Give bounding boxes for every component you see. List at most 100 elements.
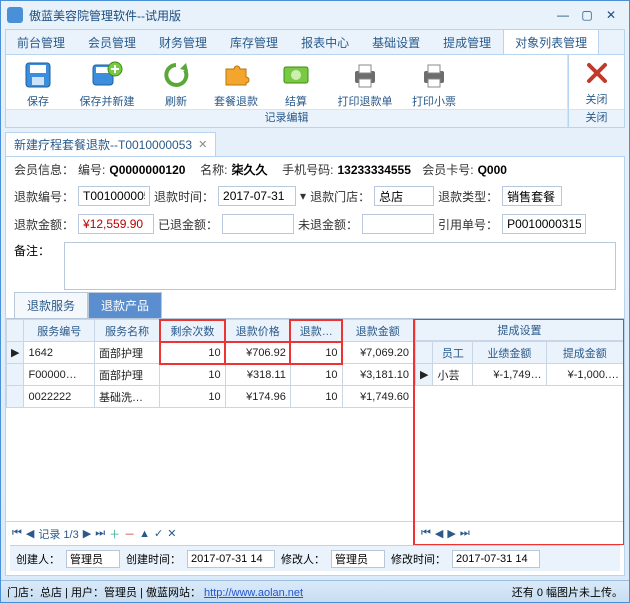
- unrefunded-amount-input[interactable]: [362, 214, 434, 234]
- status-site-label: 傲蓝网站：: [146, 587, 201, 599]
- menu-item[interactable]: 基础设置: [361, 30, 432, 54]
- close-button[interactable]: ✕: [599, 6, 623, 24]
- menu-item[interactable]: 对象列表管理: [503, 30, 599, 54]
- menu-item[interactable]: 会员管理: [77, 30, 148, 54]
- save-new-icon: [91, 59, 123, 91]
- remark-textarea[interactable]: [64, 242, 616, 290]
- ref-bill-input[interactable]: [502, 214, 586, 234]
- refunded-amount-input[interactable]: [222, 214, 294, 234]
- save-button[interactable]: 保存: [12, 59, 64, 109]
- minimize-button[interactable]: —: [551, 6, 575, 24]
- col-header[interactable]: 退款价格: [225, 320, 290, 342]
- modify-time-input[interactable]: [452, 550, 540, 568]
- modifier-input[interactable]: [331, 550, 385, 568]
- refresh-button[interactable]: 刷新: [150, 59, 202, 109]
- pager-remove[interactable]: －: [124, 526, 135, 542]
- creator-input[interactable]: [66, 550, 120, 568]
- audit-footer: 创建人： 创建时间： 修改人： 修改时间：: [10, 545, 620, 571]
- puzzle-icon: [220, 59, 252, 91]
- pager-next[interactable]: ▶: [83, 527, 91, 540]
- refresh-icon: [160, 59, 192, 91]
- pager: ⏮ ◀ 记录 1/3 ▶ ⏭ ＋ － ▲ ✓ ✕: [6, 521, 414, 545]
- col-header[interactable]: 员工: [433, 342, 473, 364]
- document-tab-close-icon[interactable]: ✕: [198, 138, 207, 151]
- commission-panel: 提成设置 员工业绩金额提成金额▶小芸¥-1,749…¥-1,000.… ⏮ ◀ …: [414, 319, 624, 545]
- menubar: 前台管理会员管理财务管理库存管理报表中心基础设置提成管理对象列表管理: [5, 29, 625, 55]
- cpager-prev[interactable]: ◀: [435, 527, 443, 540]
- save-and-new-button[interactable]: 保存并新建: [72, 59, 142, 109]
- refund-store-input[interactable]: [374, 186, 434, 206]
- print-receipt-button[interactable]: 打印小票: [408, 59, 460, 109]
- col-header[interactable]: 提成金额: [546, 342, 623, 364]
- cpager-next[interactable]: ▶: [447, 527, 455, 540]
- table-row[interactable]: 0022222基础洗…10¥174.9610¥1,749.60: [7, 386, 414, 408]
- pager-prev[interactable]: ◀: [26, 527, 34, 540]
- package-refund-button[interactable]: 套餐退款: [210, 59, 262, 109]
- pager-first[interactable]: ⏮: [12, 527, 22, 540]
- member-id: Q0000000120: [109, 163, 185, 177]
- tab-refund-services[interactable]: 退款服务: [14, 292, 88, 318]
- commission-title: 提成设置: [415, 319, 624, 341]
- document-tab[interactable]: 新建疗程套餐退款--T0010000053 ✕: [5, 132, 216, 156]
- tab-refund-products[interactable]: 退款产品: [88, 292, 162, 318]
- menu-item[interactable]: 提成管理: [432, 30, 503, 54]
- cash-icon: [280, 59, 312, 91]
- print-refund-button[interactable]: 打印退款单: [330, 59, 400, 109]
- pager-label: 记录 1/3: [38, 526, 78, 542]
- printer-icon: [418, 59, 450, 91]
- col-header[interactable]: 退款金额: [342, 320, 413, 342]
- app-icon: [7, 7, 23, 23]
- member-cardno: Q000: [478, 163, 507, 177]
- menu-item[interactable]: 报表中心: [290, 30, 361, 54]
- status-right: 还有 0 幅图片未上传。: [512, 584, 623, 600]
- cpager-first[interactable]: ⏮: [421, 527, 431, 540]
- pager-confirm[interactable]: ✓: [154, 527, 163, 540]
- table-row[interactable]: F00000…面部护理10¥318.1110¥3,181.10: [7, 364, 414, 386]
- pager-edit[interactable]: ▲: [139, 528, 150, 540]
- table-row[interactable]: ▶1642面部护理10¥706.9210¥7,069.20: [7, 342, 414, 364]
- pager-cancel[interactable]: ✕: [167, 527, 176, 540]
- pager-last[interactable]: ⏭: [95, 527, 105, 540]
- table-row[interactable]: ▶小芸¥-1,749…¥-1,000.…: [416, 364, 624, 386]
- member-info-row: 会员信息： 编号: Q0000000120 名称: 柒久久 手机号码: 1323…: [6, 157, 624, 182]
- settle-button[interactable]: 结算: [270, 59, 322, 109]
- ribbon-group-label: 记录编辑: [6, 109, 567, 127]
- save-icon: [22, 59, 54, 91]
- statusbar: 门店：总店 | 用户：管理员 | 傲蓝网站： http://www.aolan.…: [1, 580, 629, 602]
- refund-no-input[interactable]: [78, 186, 150, 206]
- cpager-last[interactable]: ⏭: [460, 527, 470, 540]
- status-store: 门店：总店: [7, 587, 62, 599]
- titlebar: 傲蓝美容院管理软件--试用版 — ▢ ✕: [1, 1, 629, 29]
- col-header[interactable]: 剩余次数: [160, 320, 225, 342]
- maximize-button[interactable]: ▢: [575, 6, 599, 24]
- member-phone: 13233334555: [337, 163, 410, 177]
- subtabs: 退款服务 退款产品: [6, 294, 624, 318]
- printer-icon: [349, 59, 381, 91]
- commission-pager: ⏮ ◀ ▶ ⏭: [415, 521, 624, 545]
- refund-type-input[interactable]: [502, 186, 562, 206]
- pager-add[interactable]: ＋: [109, 526, 120, 542]
- refund-grid: 服务编号服务名称剩余次数退款价格退款…退款金额▶1642面部护理10¥706.9…: [6, 319, 414, 545]
- status-user: 用户：管理员: [71, 587, 137, 599]
- document-tab-label: 新建疗程套餐退款--T0010000053: [14, 136, 192, 153]
- menu-item[interactable]: 库存管理: [219, 30, 290, 54]
- document-tabbar: 新建疗程套餐退款--T0010000053 ✕: [5, 132, 625, 156]
- menu-item[interactable]: 前台管理: [6, 30, 77, 54]
- col-header[interactable]: 业绩金额: [473, 342, 546, 364]
- create-time-input[interactable]: [187, 550, 275, 568]
- status-url-link[interactable]: http://www.aolan.net: [204, 587, 303, 599]
- refund-amount-input[interactable]: [78, 214, 154, 234]
- ribbon: 保存 保存并新建 刷新 套餐退款: [5, 55, 625, 128]
- refund-time-input[interactable]: [218, 186, 296, 206]
- ribbon-close-button[interactable]: 关闭: [571, 57, 623, 107]
- member-name: 柒久久: [231, 161, 267, 178]
- window-title: 傲蓝美容院管理软件--试用版: [29, 7, 551, 24]
- close-group-label: 关闭: [569, 109, 624, 127]
- col-header[interactable]: 退款…: [290, 320, 342, 342]
- col-header[interactable]: 服务编号: [24, 320, 95, 342]
- menu-item[interactable]: 财务管理: [148, 30, 219, 54]
- close-icon: [581, 57, 613, 89]
- dropdown-icon[interactable]: ▾: [300, 189, 306, 203]
- col-header[interactable]: 服务名称: [95, 320, 160, 342]
- remark-label: 备注：: [14, 242, 64, 290]
